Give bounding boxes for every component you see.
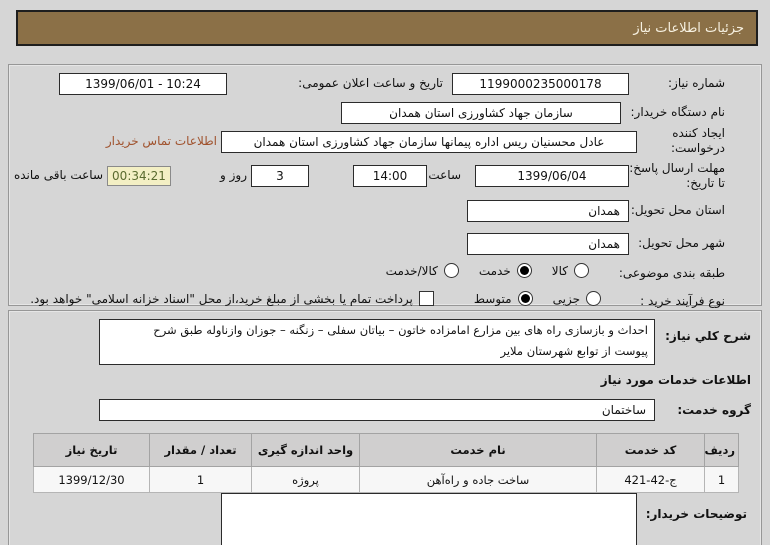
radio-partial[interactable] — [586, 291, 601, 306]
radio-goods-label: کالا — [551, 263, 568, 278]
need-number-field[interactable]: 1199000235000178 — [452, 73, 629, 95]
deadline-time-field[interactable]: 14:00 — [353, 165, 427, 187]
radio-service[interactable] — [516, 263, 532, 278]
col-service-code: کد خدمت — [596, 433, 705, 467]
col-quantity: تعداد / مقدار — [149, 433, 252, 467]
services-section-heading: اطلاعات خدمات مورد نیاز — [600, 373, 751, 387]
cell-need-date: 1399/12/30 — [33, 466, 150, 493]
buyer-contact-link[interactable]: اطلاعات تماس خریدار — [106, 134, 217, 148]
col-service-name: نام خدمت — [359, 433, 597, 467]
buyer-org-label: نام دستگاه خریدار: — [630, 105, 726, 119]
general-description-line1: احداث و بازسازی راه های بین مزارع امامزا… — [153, 323, 648, 337]
process-type-label: نوع فرآیند خرید : — [640, 294, 725, 308]
treasury-docs-checkbox[interactable] — [418, 291, 434, 306]
deadline-date-field[interactable]: 1399/06/04 — [475, 165, 629, 187]
delivery-city-field[interactable]: همدان — [467, 233, 629, 255]
table-row: 1 ج-42-421 ساخت جاده و راه‌آهن پروژه 1 1… — [33, 466, 739, 493]
buyer-notes-field[interactable] — [221, 493, 637, 545]
need-details-page: 0101 جزئیات اطلاعات نیاز شماره نیاز: 119… — [0, 0, 770, 545]
service-group-field[interactable]: ساختمان — [99, 399, 655, 421]
deadline-hour-label: ساعت — [428, 168, 461, 182]
page-title: جزئیات اطلاعات نیاز — [16, 10, 758, 46]
radio-medium[interactable] — [517, 291, 533, 306]
request-creator-label-line1: ایجاد کننده — [672, 126, 725, 140]
cell-service-code: ج-42-421 — [596, 466, 705, 493]
delivery-province-label: استان محل تحویل: — [630, 203, 725, 217]
request-creator-label-line2: درخواست: — [671, 141, 725, 155]
remaining-time-counter: 00:34:21 — [107, 166, 171, 186]
general-description-field[interactable]: احداث و بازسازی راه های بین مزارع امامزا… — [99, 319, 655, 365]
services-panel: شرح کلي نياز: احداث و بازسازی راه های بی… — [8, 310, 762, 545]
radio-goods[interactable] — [574, 263, 589, 278]
deadline-days-field[interactable]: 3 — [251, 165, 309, 187]
cell-unit: پروژه — [251, 466, 360, 493]
request-creator-field[interactable]: عادل محسنیان ریس اداره پیمانها سازمان جه… — [221, 131, 637, 153]
remaining-time-label: ساعت باقی مانده — [13, 168, 103, 182]
col-unit: واحد اندازه گیری — [251, 433, 360, 467]
deadline-label-line2: تا تاریخ: — [686, 176, 725, 190]
delivery-province-field[interactable]: همدان — [467, 200, 629, 222]
treasury-docs-checkbox-label: پرداخت تمام یا بخشی از مبلغ خرید،از محل … — [30, 291, 413, 306]
cell-row-number: 1 — [704, 466, 739, 493]
cell-quantity: 1 — [149, 466, 252, 493]
radio-medium-label: متوسط — [473, 291, 512, 306]
radio-goods-service[interactable] — [443, 263, 459, 278]
deadline-days-label: روز و — [220, 168, 247, 182]
delivery-city-label: شهر محل تحویل: — [638, 236, 725, 250]
service-group-label: گروه خدمت: — [677, 403, 751, 417]
services-table-header-row: ردیف کد خدمت نام خدمت واحد اندازه گیری ت… — [33, 433, 739, 467]
col-need-date: تاریخ نیاز — [33, 433, 150, 467]
need-number-label: شماره نیاز: — [668, 76, 725, 90]
radio-goods-service-label: کالا/خدمت — [385, 263, 438, 278]
classification-options: کالا خدمت کالا/خدمت — [386, 263, 589, 278]
radio-service-label: خدمت — [478, 263, 511, 278]
col-row-number: ردیف — [704, 433, 739, 467]
radio-partial-label: جزیی — [552, 291, 580, 306]
process-type-options: جزیی متوسط پرداخت تمام یا بخشی از مبلغ خ… — [30, 291, 601, 306]
cell-service-name: ساخت جاده و راه‌آهن — [359, 466, 597, 493]
classification-label: طبقه بندی موضوعی: — [618, 266, 725, 280]
services-table: ردیف کد خدمت نام خدمت واحد اندازه گیری ت… — [33, 433, 739, 493]
general-description-line2: پیوست از توابع شهرستان ملایر — [500, 344, 648, 358]
buyer-notes-label: توضیحات خریدار: — [645, 507, 747, 521]
general-description-label: شرح کلي نياز: — [665, 329, 751, 343]
deadline-label-line1: مهلت ارسال پاسخ: — [629, 161, 725, 175]
buyer-org-field[interactable]: سازمان جهاد کشاورزی استان همدان — [341, 102, 621, 124]
announce-datetime-field[interactable]: 1399/06/01 - 10:24 — [59, 73, 227, 95]
announce-datetime-label: تاریخ و ساعت اعلان عمومی: — [298, 76, 443, 90]
need-info-panel: شماره نیاز: 1199000235000178 تاریخ و ساع… — [8, 64, 762, 308]
